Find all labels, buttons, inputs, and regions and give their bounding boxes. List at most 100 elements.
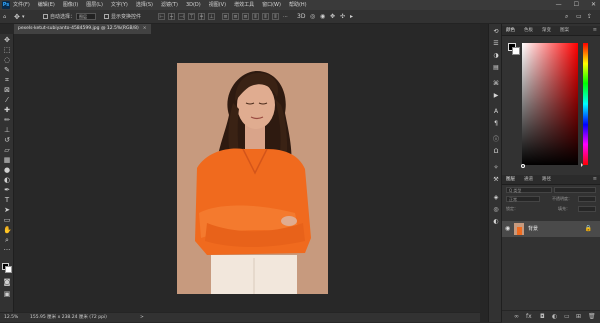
layer-select-dropdown[interactable]: 图层 <box>76 13 96 20</box>
tab-color[interactable]: 颜色 <box>506 26 515 35</box>
frame-tool-icon[interactable]: ⊠ <box>3 86 11 94</box>
distribute-bottom-icon[interactable]: ≡ <box>242 13 249 20</box>
menu-file[interactable]: 文件(F) <box>13 0 30 10</box>
panel-menu-icon[interactable]: ≡ <box>593 26 597 35</box>
close-button[interactable]: ✕ <box>591 0 596 10</box>
layer-name[interactable]: 背景 <box>528 221 538 237</box>
adjustments-icon[interactable]: ◑ <box>492 52 500 60</box>
eraser-tool-icon[interactable]: ▱ <box>3 146 11 154</box>
status-arrow-icon[interactable]: > <box>140 313 144 322</box>
marquee-tool-icon[interactable]: ⬚ <box>3 46 11 54</box>
libraries-icon[interactable]: ▤ <box>492 64 500 72</box>
clone-stamp-tool-icon[interactable]: ⊥ <box>3 126 11 134</box>
distribute-hcenter-icon[interactable]: ⦀ <box>262 13 269 20</box>
share-icon[interactable]: ⇪ <box>587 10 592 24</box>
new-layer-icon[interactable]: ⊞ <box>576 312 581 322</box>
glyphs-icon[interactable]: Ω <box>492 148 500 156</box>
menu-filter[interactable]: 滤镜(T) <box>161 0 178 10</box>
zoom-level[interactable]: 12.5% <box>4 313 18 322</box>
properties-icon[interactable]: ☰ <box>492 40 500 48</box>
brush-tool-icon[interactable]: ✏ <box>3 116 11 124</box>
move-tool-icon[interactable]: ✥ <box>3 36 11 44</box>
menu-help[interactable]: 帮助(H) <box>289 0 307 10</box>
menu-view[interactable]: 视图(V) <box>209 0 226 10</box>
lock-icon[interactable]: 🔒 <box>585 221 592 237</box>
tool-presets-icon[interactable]: ⚒ <box>492 176 500 184</box>
dodge-tool-icon[interactable]: ◐ <box>3 176 11 184</box>
workspace-icon[interactable]: ▭ <box>576 10 582 24</box>
color-panel-background-swatch[interactable] <box>512 47 520 55</box>
brush-settings-icon[interactable]: ⌘ <box>492 80 500 88</box>
3d-pan-icon[interactable]: ✥ <box>330 10 335 24</box>
gradient-tool-icon[interactable]: ▦ <box>3 156 11 164</box>
hue-slider-marker[interactable] <box>581 163 583 167</box>
character-icon[interactable]: A <box>492 108 500 116</box>
quick-select-tool-icon[interactable]: ✎ <box>3 66 11 74</box>
opacity-field[interactable] <box>578 196 596 202</box>
menu-edit[interactable]: 编辑(E) <box>38 0 55 10</box>
tab-layers[interactable]: 图层 <box>506 175 515 184</box>
rectangle-tool-icon[interactable]: ▭ <box>3 216 11 224</box>
crop-tool-icon[interactable]: ⌗ <box>3 76 11 84</box>
search-icon[interactable]: ⌕ <box>565 10 568 24</box>
auto-select-checkbox[interactable] <box>43 14 48 19</box>
new-group-icon[interactable]: ▭ <box>564 312 570 322</box>
align-top-icon[interactable]: ⊤ <box>188 13 195 20</box>
align-right-icon[interactable]: ⊣ <box>178 13 185 20</box>
align-hcenter-icon[interactable]: ┼ <box>168 13 175 20</box>
canvas-area[interactable] <box>14 34 480 312</box>
actions-icon[interactable]: ▶ <box>492 92 500 100</box>
minimize-button[interactable]: — <box>556 0 562 10</box>
layer-kind-filter[interactable]: Q 类型 <box>506 187 552 193</box>
quick-mask-icon[interactable]: ◙ <box>3 278 11 286</box>
adjustment-layer-icon[interactable]: ◐ <box>552 312 557 322</box>
distribute-right-icon[interactable]: ⦀ <box>272 13 279 20</box>
eyedropper-tool-icon[interactable]: ⁄ <box>3 96 11 104</box>
chevron-down-icon[interactable]: ▾ <box>22 10 25 24</box>
channels-icon[interactable]: ◎ <box>492 206 500 214</box>
hue-slider[interactable] <box>583 43 588 165</box>
paragraph-icon[interactable]: ¶ <box>492 120 500 128</box>
layer-style-icon[interactable]: fx <box>526 312 532 322</box>
menu-plugins[interactable]: 增效工具 <box>234 0 254 10</box>
3d-orbit-icon[interactable]: ◎ <box>310 10 315 24</box>
color-picker-cursor[interactable] <box>521 164 525 168</box>
healing-brush-tool-icon[interactable]: ✚ <box>3 106 11 114</box>
menu-type[interactable]: 文字(Y) <box>111 0 128 10</box>
layer-row-background[interactable]: ◉ 背景 🔒 <box>502 221 600 237</box>
color-picker-field[interactable] <box>522 43 578 165</box>
fill-field[interactable] <box>578 206 596 212</box>
paths-icon[interactable]: ◐ <box>492 218 500 226</box>
maximize-button[interactable]: ☐ <box>574 0 579 10</box>
tab-swatches[interactable]: 色板 <box>524 26 533 35</box>
show-transform-checkbox[interactable] <box>104 14 109 19</box>
distribute-vcenter-icon[interactable]: ≡ <box>232 13 239 20</box>
menu-image[interactable]: 图像(I) <box>63 0 78 10</box>
tab-patterns[interactable]: 图案 <box>560 26 569 35</box>
menu-3d[interactable]: 3D(D) <box>186 0 201 10</box>
hand-tool-icon[interactable]: ✋ <box>3 226 12 234</box>
background-color-swatch[interactable] <box>5 266 12 273</box>
document-image[interactable] <box>177 63 328 294</box>
layers-icon[interactable]: ◈ <box>492 194 500 202</box>
3d-slide-icon[interactable]: ✣ <box>340 10 345 24</box>
delete-layer-icon[interactable]: 🗑 <box>588 312 596 322</box>
align-vcenter-icon[interactable]: ╪ <box>198 13 205 20</box>
type-tool-icon[interactable]: T <box>3 196 11 204</box>
blur-tool-icon[interactable]: ● <box>3 166 11 174</box>
more-tools-icon[interactable]: ··· <box>3 246 11 254</box>
tab-channels[interactable]: 通道 <box>524 175 533 184</box>
align-left-icon[interactable]: ⊢ <box>158 13 165 20</box>
distribute-top-icon[interactable]: ≡ <box>222 13 229 20</box>
history-brush-tool-icon[interactable]: ↺ <box>3 136 11 144</box>
history-icon[interactable]: ⟲ <box>492 28 500 36</box>
move-tool-icon[interactable]: ✥ <box>14 10 20 24</box>
navigator-icon[interactable]: ✧ <box>492 164 500 172</box>
align-bottom-icon[interactable]: ⊥ <box>208 13 215 20</box>
3d-scale-icon[interactable]: ▸ <box>350 10 353 24</box>
zoom-tool-icon[interactable]: ⌕ <box>3 236 11 244</box>
home-icon[interactable]: ⌂ <box>3 10 6 24</box>
close-icon[interactable]: × <box>143 26 147 31</box>
visibility-eye-icon[interactable]: ◉ <box>505 225 510 233</box>
panel-menu-icon[interactable]: ≡ <box>593 175 597 184</box>
